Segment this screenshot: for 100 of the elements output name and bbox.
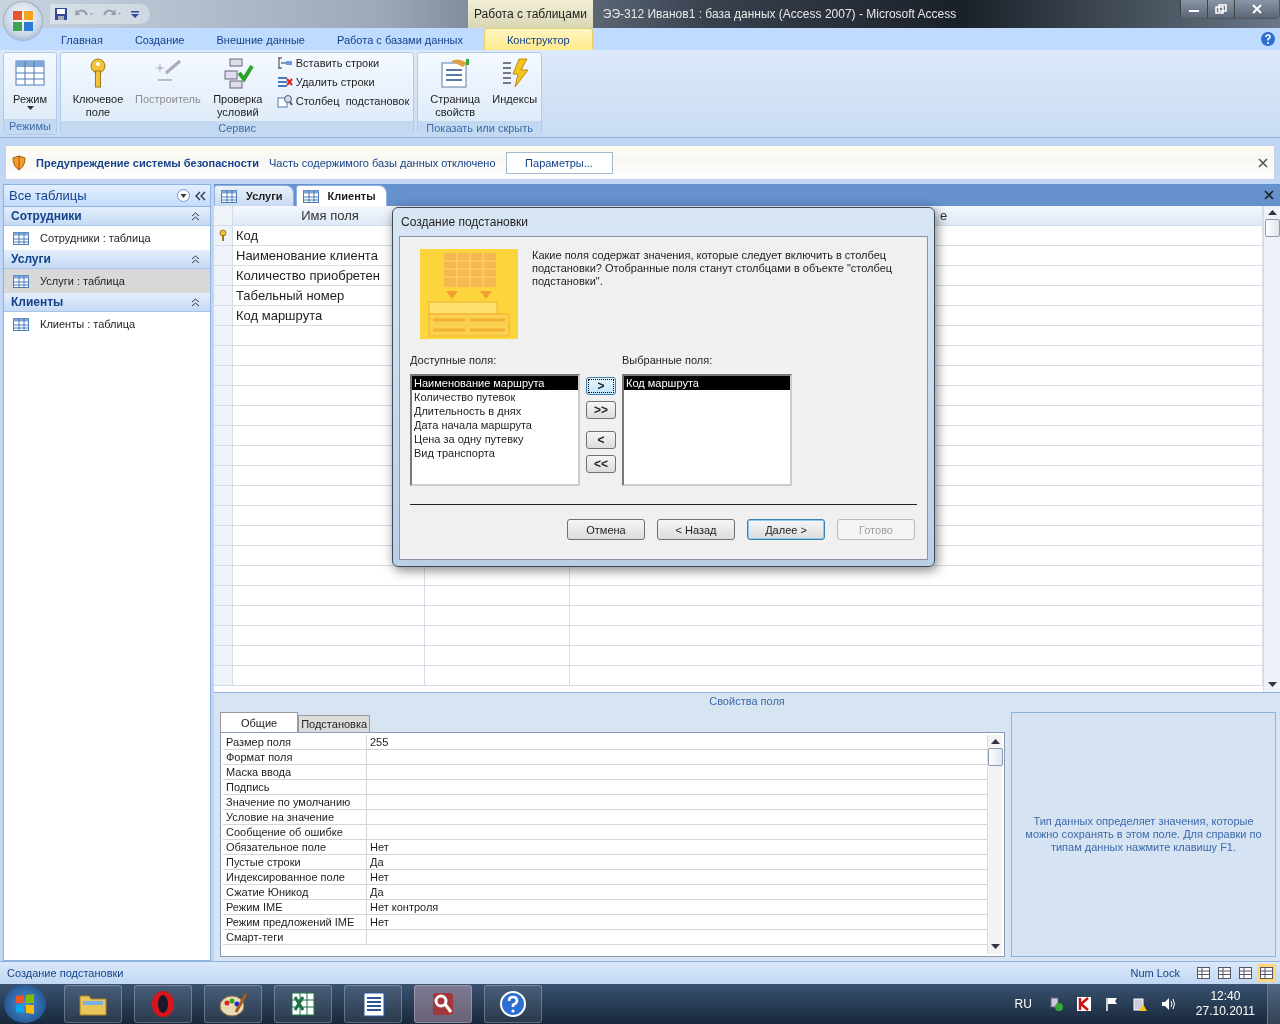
- view-icon[interactable]: [1215, 964, 1234, 982]
- property-value[interactable]: Нет контроля: [370, 901, 439, 913]
- ribbon-tab[interactable]: Работа с базами данных: [321, 28, 478, 50]
- scroll-up-icon[interactable]: [990, 739, 1000, 745]
- close-button[interactable]: [1234, 0, 1279, 18]
- table-icon: [13, 317, 29, 331]
- taskbar-app-button[interactable]: [344, 985, 402, 1023]
- scroll-up-icon[interactable]: [1267, 210, 1277, 216]
- help-text: Тип данных определяет значения, которые можно сохранять в этом поле. Для справки по типам данных нажмите клавишу F1.: [1024, 815, 1263, 854]
- taskbar-app-button[interactable]: [64, 985, 122, 1023]
- antivirus-icon[interactable]: [1075, 996, 1092, 1012]
- power-warning-icon[interactable]: [1131, 996, 1148, 1012]
- table-icon: [221, 189, 237, 203]
- taskbar-app-button[interactable]: [134, 985, 192, 1023]
- row-selector[interactable]: [214, 226, 233, 245]
- ribbon-button[interactable]: Удалить строки: [274, 74, 412, 90]
- dropdown-icon[interactable]: [177, 189, 190, 202]
- collapse-pane-icon[interactable]: [194, 190, 206, 201]
- property-value[interactable]: Нет: [370, 916, 389, 928]
- network-icon[interactable]: [1047, 996, 1064, 1012]
- property-value[interactable]: Нет: [370, 871, 389, 883]
- taskbar-app-button[interactable]: [414, 985, 472, 1023]
- table-icon: [14, 57, 46, 89]
- list-item[interactable]: Цена за одну путевку: [412, 432, 578, 446]
- move-button[interactable]: <<: [586, 455, 616, 473]
- scroll-thumb[interactable]: [1264, 219, 1280, 237]
- customize-icon[interactable]: [130, 9, 140, 19]
- view-icon[interactable]: [1194, 964, 1213, 982]
- nav-group-header[interactable]: Услуги: [4, 250, 210, 269]
- help-icon: [499, 990, 527, 1018]
- nav-item[interactable]: Клиенты : таблица: [4, 312, 210, 336]
- list-item[interactable]: Дата начала маршрута: [412, 418, 578, 432]
- group-label: Режимы: [4, 119, 56, 134]
- collapse-icon: [191, 297, 200, 307]
- flag-icon[interactable]: [1103, 996, 1120, 1012]
- nav-item[interactable]: Услуги : таблица: [4, 269, 210, 293]
- move-button[interactable]: >: [586, 377, 616, 395]
- options-button[interactable]: Параметры...: [505, 151, 613, 174]
- scrollbar[interactable]: [1263, 206, 1280, 692]
- nav-item[interactable]: Сотрудники : таблица: [4, 226, 210, 250]
- start-button[interactable]: [4, 985, 46, 1023]
- checkmark-icon: [221, 57, 254, 89]
- property-value[interactable]: Да: [370, 856, 384, 868]
- taskbar-app-button[interactable]: [204, 985, 262, 1023]
- spreadsheet-icon: [289, 990, 317, 1018]
- speaker-icon[interactable]: [1159, 996, 1176, 1012]
- help-icon[interactable]: [1260, 31, 1276, 47]
- restore-button[interactable]: [1207, 0, 1234, 18]
- list-item[interactable]: Количество путевок: [412, 390, 578, 404]
- ribbon-tab[interactable]: Создание: [119, 28, 200, 50]
- list-item[interactable]: Код маршрута: [624, 376, 790, 390]
- ribbon-button[interactable]: Индексы: [490, 55, 540, 108]
- ribbon-button[interactable]: Режим: [6, 55, 54, 116]
- close-icon[interactable]: [1264, 190, 1274, 200]
- move-button[interactable]: >>: [586, 401, 616, 419]
- scroll-thumb[interactable]: [987, 748, 1003, 766]
- dialog-button[interactable]: Далее >: [747, 519, 825, 540]
- property-name: Режим IME: [223, 900, 367, 914]
- taskbar-app-button[interactable]: [484, 985, 542, 1023]
- ribbon-button[interactable]: Вставить строки: [274, 55, 412, 71]
- group-label: Показать или скрыть: [418, 121, 542, 136]
- properties-tab[interactable]: Общие: [220, 712, 299, 732]
- nav-group-header[interactable]: Сотрудники: [4, 207, 210, 226]
- dialog-button[interactable]: Отмена: [567, 519, 645, 540]
- dialog-button[interactable]: < Назад: [657, 519, 735, 540]
- property-value[interactable]: 255: [370, 736, 389, 748]
- dialog-prompt: Какие поля содержат значения, которые следует включить в столбец подстановки? Отобранные поля станут столбцами в объекте "столбец подстановки".: [532, 249, 894, 289]
- property-value[interactable]: Нет: [370, 841, 389, 853]
- list-label: Доступные поля:: [410, 354, 498, 368]
- delete-rows-icon: [276, 75, 293, 89]
- minimize-button[interactable]: [1180, 0, 1207, 18]
- close-icon[interactable]: [1258, 157, 1268, 168]
- ribbon-button[interactable]: Проверка условий: [202, 55, 273, 121]
- ribbon-tab[interactable]: Внешние данные: [201, 28, 320, 50]
- taskbar-app-button[interactable]: [274, 985, 332, 1023]
- view-icon[interactable]: [1257, 964, 1276, 982]
- office-button[interactable]: [4, 2, 42, 40]
- scrollbar[interactable]: [987, 735, 1002, 954]
- ribbon-tab[interactable]: Конструктор: [483, 28, 593, 50]
- move-button[interactable]: <: [586, 431, 616, 449]
- scroll-down-icon[interactable]: [990, 944, 1000, 950]
- list-item[interactable]: Наименование маршрута: [412, 376, 578, 390]
- save-icon[interactable]: [54, 7, 68, 21]
- nav-group-header[interactable]: Клиенты: [4, 293, 210, 312]
- clock[interactable]: 12:40 27.10.2011: [1195, 989, 1255, 1019]
- ribbon-button[interactable]: Ключевое поле: [63, 55, 133, 121]
- properties-tab[interactable]: Подстановка: [298, 715, 371, 732]
- view-icon[interactable]: [1236, 964, 1255, 982]
- ribbon-button[interactable]: Столбец подстановок: [274, 93, 412, 109]
- scroll-down-icon[interactable]: [1267, 682, 1277, 688]
- property-value[interactable]: Да: [370, 886, 384, 898]
- list-item[interactable]: Вид транспорта: [412, 446, 578, 460]
- property-name: Обязательное поле: [223, 840, 367, 854]
- document-tab[interactable]: Услуги: [214, 185, 294, 206]
- nav-item-label: Клиенты : таблица: [40, 318, 136, 330]
- document-tab[interactable]: Клиенты: [295, 185, 387, 206]
- language-indicator[interactable]: RU: [1014, 997, 1032, 1011]
- ribbon-button[interactable]: Страница свойств: [420, 55, 491, 121]
- ribbon-tab[interactable]: Главная: [46, 28, 118, 50]
- list-item[interactable]: Длительность в днях: [412, 404, 578, 418]
